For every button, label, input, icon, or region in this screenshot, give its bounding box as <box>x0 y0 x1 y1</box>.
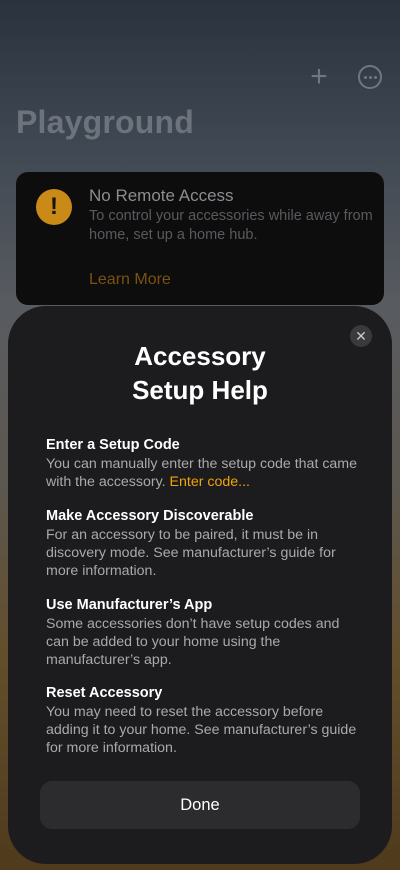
sheet-title: Accessory Setup Help <box>8 339 392 407</box>
plus-icon[interactable]: + <box>304 62 334 92</box>
ellipsis-circle-icon[interactable] <box>358 65 382 89</box>
section-enter-setup-code: Enter a Setup Code You can manually ente… <box>46 436 364 491</box>
top-toolbar: + <box>304 62 382 92</box>
exclamation-icon: ! <box>36 189 72 225</box>
section-make-discoverable: Make Accessory Discoverable For an acces… <box>46 507 364 581</box>
learn-more-link[interactable]: Learn More <box>89 271 171 289</box>
section-heading: Use Manufacturer’s App <box>46 597 213 613</box>
section-manufacturer-app: Use Manufacturer’s App Some accessories … <box>46 596 364 670</box>
enter-code-link[interactable]: Enter code... <box>170 474 250 490</box>
section-heading: Reset Accessory <box>46 685 163 701</box>
page-title: Playground <box>16 104 195 140</box>
section-body: You can manually enter the setup code th… <box>46 455 364 491</box>
section-heading: Make Accessory Discoverable <box>46 508 254 524</box>
section-reset-accessory: Reset Accessory You may need to reset th… <box>46 684 364 758</box>
section-body: For an accessory to be paired, it must b… <box>46 527 336 580</box>
section-body: You may need to reset the accessory befo… <box>46 704 357 757</box>
setup-help-sheet: ✕ Accessory Setup Help Enter a Setup Cod… <box>8 306 392 864</box>
no-remote-access-card[interactable]: ! No Remote Access To control your acces… <box>16 172 384 305</box>
section-heading: Enter a Setup Code <box>46 437 180 453</box>
sheet-title-line2: Setup Help <box>132 375 268 405</box>
alert-title: No Remote Access <box>89 186 234 205</box>
sheet-title-line1: Accessory <box>134 341 266 371</box>
alert-body: To control your accessories while away f… <box>89 208 373 243</box>
section-body: Some accessories don’t have setup codes … <box>46 616 340 669</box>
done-button[interactable]: Done <box>40 781 360 829</box>
